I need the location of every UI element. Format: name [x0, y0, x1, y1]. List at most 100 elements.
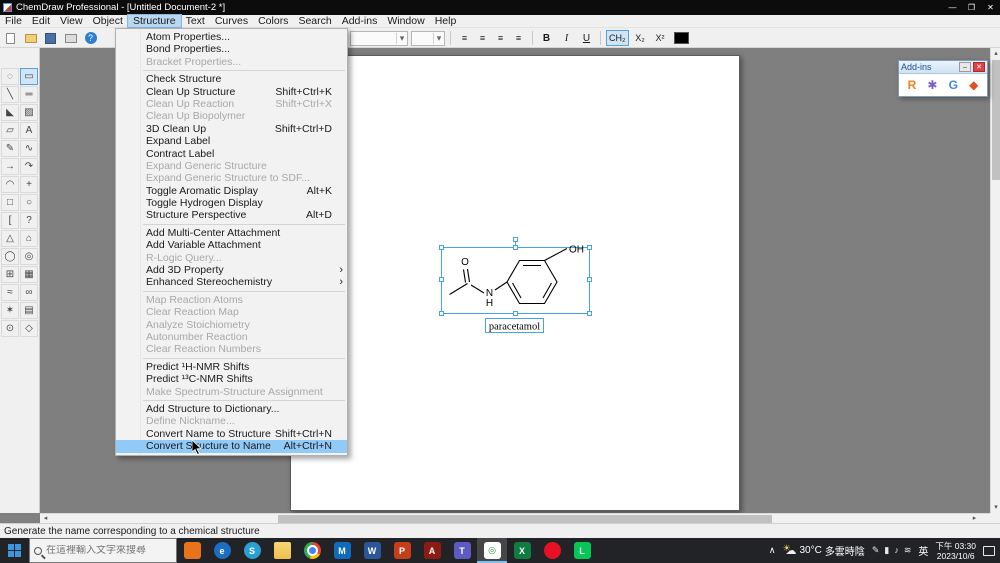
pen-tray-icon[interactable]: ✎: [872, 545, 880, 556]
addins-title-bar[interactable]: Add-ins – ✕: [899, 61, 987, 74]
vertical-scrollbar[interactable]: ▴ ▾: [990, 48, 1000, 513]
taskbar-app-mail[interactable]: M: [327, 538, 357, 563]
clipboard-tool[interactable]: ▤: [20, 302, 38, 319]
menu-item[interactable]: Clean Up Structure Shift+Ctrl+K: [116, 86, 347, 98]
addin-model-icon[interactable]: ✱: [927, 78, 937, 92]
menu-item[interactable]: Clear Reaction Map: [116, 306, 347, 318]
horizontal-scrollbar[interactable]: ◂ ▸: [40, 513, 990, 523]
align-justify-button[interactable]: ≡: [510, 30, 527, 46]
subscript-button[interactable]: X₂: [632, 30, 649, 46]
cyclopropane-tool[interactable]: △: [1, 230, 19, 247]
menubar-item[interactable]: Search: [293, 15, 336, 27]
bracket-tool[interactable]: [: [1, 212, 19, 229]
close-button[interactable]: ✕: [981, 0, 1000, 15]
menu-item[interactable]: Clean Up Biopolymer: [116, 110, 347, 122]
menu-item[interactable]: Bond Properties...: [116, 43, 347, 55]
italic-button[interactable]: I: [558, 30, 575, 46]
benzene-tool[interactable]: ◎: [20, 248, 38, 265]
rectangle-tool[interactable]: □: [1, 194, 19, 211]
zoom-tool[interactable]: ⊙: [1, 320, 19, 337]
align-center-button[interactable]: ≡: [474, 30, 491, 46]
taskbar-app-excel[interactable]: X: [507, 538, 537, 563]
taskbar-app-line[interactable]: L: [567, 538, 597, 563]
taskbar-app-red[interactable]: [537, 538, 567, 563]
taskbar-app-edge[interactable]: e: [207, 538, 237, 563]
multiple-bond-tool[interactable]: ═: [20, 86, 38, 103]
query-tool[interactable]: ?: [20, 212, 38, 229]
addin-diamond-icon[interactable]: ◆: [969, 78, 978, 92]
minimize-button[interactable]: —: [943, 0, 962, 15]
save-button[interactable]: [42, 30, 59, 47]
menu-item[interactable]: Define Nickname...: [116, 415, 347, 427]
menu-item[interactable]: Contract Label: [116, 148, 347, 160]
menubar-item[interactable]: Add-ins: [337, 15, 383, 27]
align-left-button[interactable]: ≡: [456, 30, 473, 46]
menubar-item[interactable]: View: [55, 15, 88, 27]
menu-item[interactable]: Map Reaction Atoms: [116, 294, 347, 306]
menu-item[interactable]: Add Multi-Center Attachment: [116, 227, 347, 239]
menu-item[interactable]: Make Spectrum-Structure Assignment: [116, 386, 347, 398]
menu-item[interactable]: Convert Name to Structure Shift+Ctrl+N: [116, 428, 347, 440]
menu-item[interactable]: Autonumber Reaction: [116, 331, 347, 343]
taskbar-search[interactable]: [29, 538, 177, 563]
wavy-bond-tool[interactable]: ≈: [1, 284, 19, 301]
menubar-item[interactable]: Window: [382, 15, 429, 27]
grid-tool[interactable]: ▦: [20, 266, 38, 283]
arrow-tool[interactable]: →: [1, 158, 19, 175]
menu-item[interactable]: Expand Label: [116, 135, 347, 147]
menu-structure[interactable]: Structure: [128, 15, 181, 27]
selection-box[interactable]: [442, 241, 590, 314]
menubar-item[interactable]: Object: [88, 15, 128, 27]
network-tray-icon[interactable]: ≋: [904, 545, 912, 556]
new-document-button[interactable]: [2, 30, 19, 47]
wedge-bond-tool[interactable]: ◣: [1, 104, 19, 121]
lasso-tool[interactable]: ◌: [1, 68, 19, 85]
plus-tool[interactable]: +: [20, 176, 38, 193]
print-button[interactable]: [62, 30, 79, 47]
menu-item[interactable]: Toggle Aromatic Display Alt+K: [116, 185, 347, 197]
menubar-item[interactable]: Edit: [27, 15, 55, 27]
menu-item[interactable]: Expand Generic Structure: [116, 160, 347, 172]
menu-item[interactable]: Clean Up Reaction Shift+Ctrl+X: [116, 98, 347, 110]
formula-style-button[interactable]: CH₂: [606, 30, 629, 46]
open-button[interactable]: [22, 30, 39, 47]
maximize-button[interactable]: ❐: [962, 0, 981, 15]
start-button[interactable]: [0, 538, 29, 563]
taskbar-app-file-explorer[interactable]: [267, 538, 297, 563]
taskbar-app-skype[interactable]: S: [237, 538, 267, 563]
menu-item[interactable]: Bracket Properties...: [116, 56, 347, 68]
marquee-select-tool[interactable]: ▭: [20, 68, 38, 85]
superscript-button[interactable]: X²: [652, 30, 669, 46]
solid-bond-tool[interactable]: ╲: [1, 86, 19, 103]
menu-item[interactable]: Check Structure: [116, 73, 347, 85]
menubar-item[interactable]: File: [0, 15, 27, 27]
menubar-item[interactable]: Text: [181, 15, 210, 27]
taskbar-app-chrome[interactable]: [297, 538, 327, 563]
menu-item[interactable]: Predict ¹³C-NMR Shifts: [116, 373, 347, 385]
molecule-caption-box[interactable]: paracetamol: [486, 319, 544, 333]
color-swatch[interactable]: [674, 32, 689, 44]
taskbar-app-teams[interactable]: T: [447, 538, 477, 563]
font-family-combo[interactable]: ▾: [350, 31, 408, 46]
horizontal-scroll-thumb[interactable]: [278, 515, 772, 523]
table-tool[interactable]: ⊞: [1, 266, 19, 283]
vertical-scroll-thumb[interactable]: [992, 60, 1000, 180]
menubar-item[interactable]: Colors: [253, 15, 293, 27]
taskbar-clock[interactable]: 下午 03:30 2023/10/6: [935, 541, 976, 561]
text-tool[interactable]: A: [20, 122, 38, 139]
chain-tool[interactable]: ∿: [20, 140, 38, 157]
help-button[interactable]: ?: [82, 30, 99, 47]
orbital-tool[interactable]: ∞: [20, 284, 38, 301]
stamp-tool[interactable]: ✶: [1, 302, 19, 319]
cyclopentane-tool[interactable]: ⌂: [20, 230, 38, 247]
menu-item[interactable]: Analyze Stoichiometry: [116, 319, 347, 331]
hashed-bond-tool[interactable]: ▨: [20, 104, 38, 121]
underline-button[interactable]: U: [578, 30, 595, 46]
document-page[interactable]: OH O N H paracetamol: [290, 55, 740, 511]
cyclohexane-tool[interactable]: ◯: [1, 248, 19, 265]
menubar-item[interactable]: Help: [430, 15, 462, 27]
language-indicator[interactable]: 英: [918, 543, 928, 558]
menu-item[interactable]: Toggle Hydrogen Display: [116, 197, 347, 209]
tray-chevron-icon[interactable]: ∧: [769, 545, 776, 556]
taskbar-app-access[interactable]: A: [417, 538, 447, 563]
